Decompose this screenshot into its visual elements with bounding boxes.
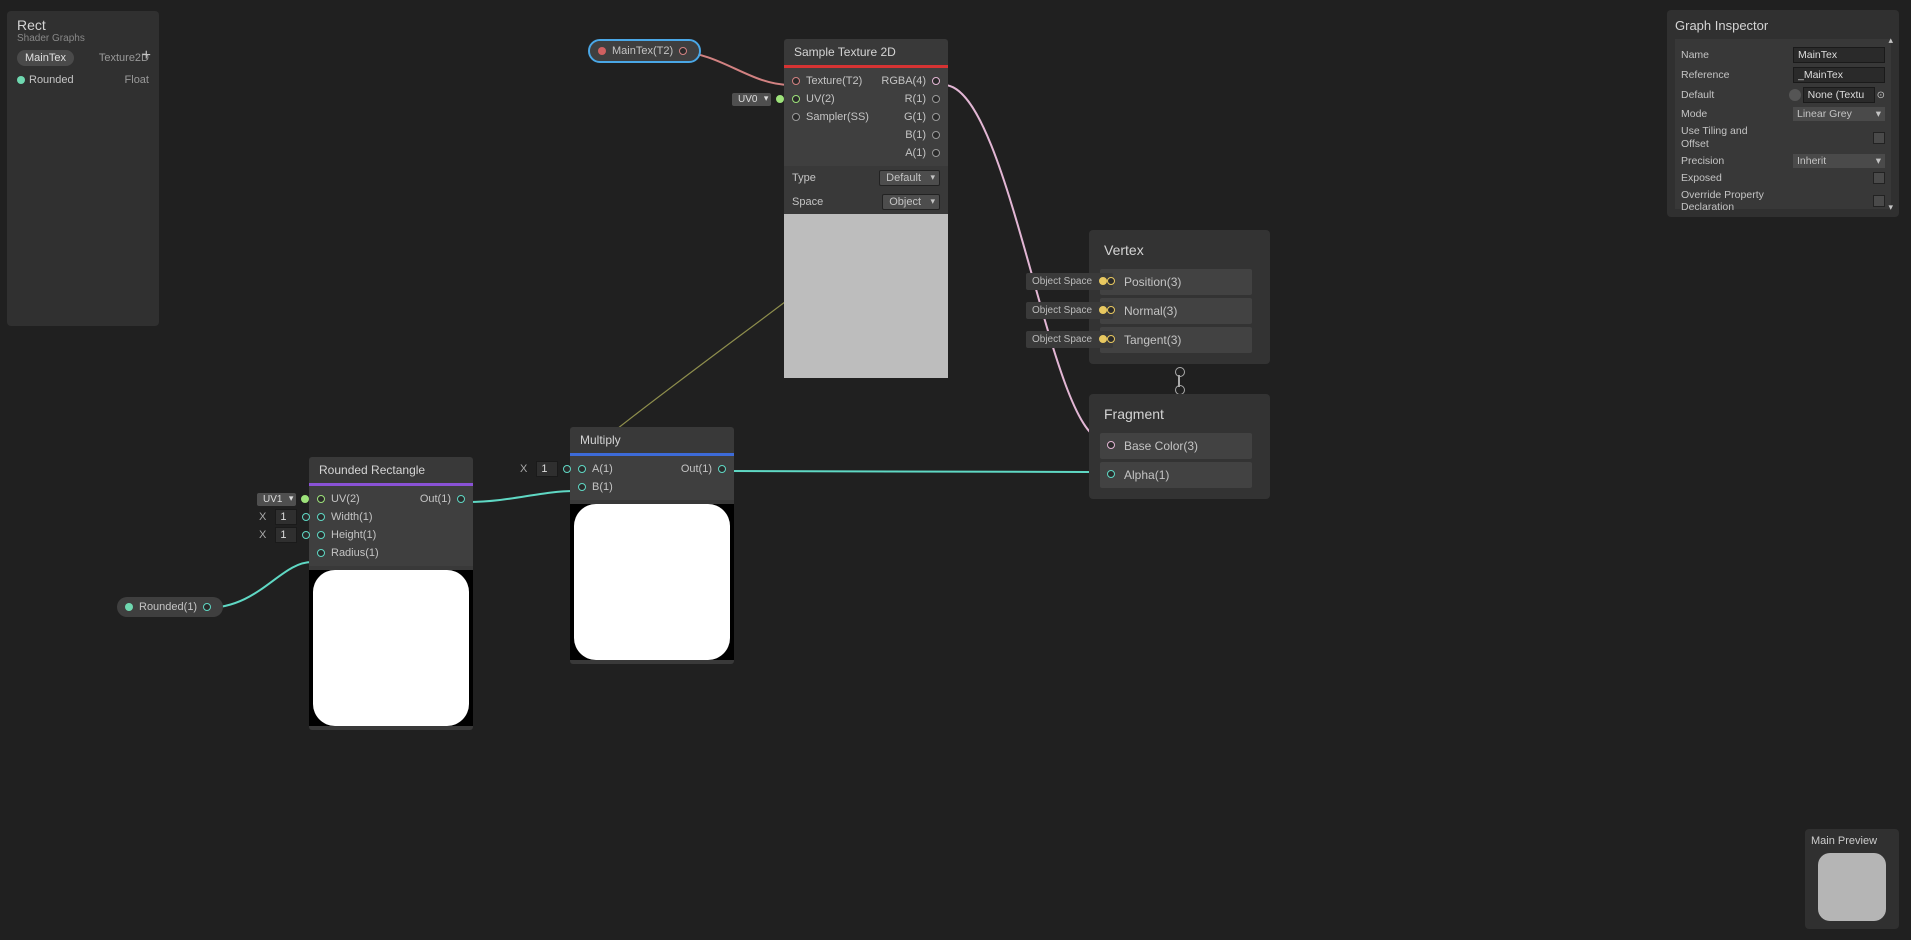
node-title: Multiply (570, 427, 734, 453)
port-uv[interactable]: UV1 UV(2) (309, 490, 397, 508)
default-field[interactable]: None (Textu (1803, 87, 1875, 103)
stack-link-icon (1174, 367, 1184, 395)
texture-icon (598, 47, 606, 55)
uv-dropdown[interactable]: UV1 (257, 493, 296, 506)
slot-alpha[interactable]: Alpha(1) (1100, 462, 1252, 488)
slot-tangent[interactable]: Object Space Tangent(3) (1100, 327, 1252, 353)
node-preview (313, 570, 469, 726)
port-radius[interactable]: Radius(1) (309, 544, 397, 562)
port-b[interactable]: B(1) (570, 478, 650, 496)
exposed-checkbox[interactable] (1873, 172, 1885, 184)
port-g[interactable]: G(1) (874, 108, 948, 126)
port-a[interactable]: X A(1) (570, 460, 650, 478)
scroll-up-icon[interactable]: ▴ (1888, 35, 1893, 46)
fragment-title: Fragment (1094, 402, 1265, 430)
port-rgba[interactable]: RGBA(4) (874, 72, 948, 90)
blackboard-row-maintex[interactable]: MainTex Texture2D (7, 46, 159, 70)
blackboard-subtitle: Shader Graphs (17, 33, 149, 44)
property-label: Rounded(1) (139, 601, 197, 613)
output-port[interactable] (679, 47, 687, 55)
port-height[interactable]: X Height(1) (309, 526, 397, 544)
scroll-down-icon[interactable]: ▾ (1888, 202, 1893, 213)
space-dropdown[interactable]: Object (882, 194, 940, 210)
object-picker-icon[interactable] (1789, 89, 1801, 101)
tiling-checkbox[interactable] (1873, 132, 1885, 144)
type-dropdown[interactable]: Default (879, 170, 940, 186)
master-fragment: Fragment Base Color(3) Alpha(1) (1089, 394, 1270, 499)
port-sampler[interactable]: Sampler(SS) (784, 108, 874, 126)
main-preview-panel: Main Preview (1805, 829, 1899, 929)
node-preview (784, 214, 948, 378)
port-a[interactable]: A(1) (874, 144, 948, 162)
node-title: Sample Texture 2D (784, 39, 948, 65)
graph-inspector-panel: Graph Inspector ▴ ▾ Name Reference Defau… (1667, 10, 1899, 217)
type-label: Type (792, 172, 816, 184)
height-input[interactable] (275, 527, 297, 543)
node-preview (574, 504, 730, 660)
slot-normal[interactable]: Object Space Normal(3) (1100, 298, 1252, 324)
port-texture[interactable]: Texture(T2) (784, 72, 874, 90)
property-node-rounded[interactable]: Rounded(1) (117, 597, 223, 617)
a-input[interactable] (536, 461, 558, 477)
port-r[interactable]: R(1) (874, 90, 948, 108)
target-icon[interactable]: ⊙ (1877, 90, 1885, 101)
node-multiply[interactable]: Multiply X A(1) B(1) Out(1) (570, 427, 734, 664)
vertex-title: Vertex (1094, 238, 1265, 266)
blackboard-row-rounded[interactable]: Rounded Float (7, 70, 159, 90)
inspector-title: Graph Inspector (1675, 16, 1891, 39)
blackboard-title: Rect (17, 17, 149, 33)
property-label: MainTex(T2) (612, 45, 673, 57)
master-vertex: Vertex Object Space Position(3) Object S… (1089, 230, 1270, 364)
float-icon (125, 603, 133, 611)
port-b[interactable]: B(1) (874, 126, 948, 144)
port-out[interactable]: Out(1) (397, 490, 473, 508)
space-label: Space (792, 196, 823, 208)
port-out[interactable]: Out(1) (650, 460, 734, 478)
override-checkbox[interactable] (1873, 195, 1885, 207)
mode-dropdown[interactable]: Linear Grey (1793, 107, 1885, 121)
precision-dropdown[interactable]: Inherit (1793, 154, 1885, 168)
output-port[interactable] (203, 603, 211, 611)
main-preview-title: Main Preview (1811, 833, 1893, 853)
node-rounded-rectangle[interactable]: Rounded Rectangle UV1 UV(2) X Width(1) (309, 457, 473, 730)
reference-input[interactable] (1793, 67, 1885, 83)
slot-position[interactable]: Object Space Position(3) (1100, 269, 1252, 295)
blackboard-panel: Rect Shader Graphs + MainTex Texture2D R… (7, 11, 159, 326)
add-property-button[interactable]: + (142, 47, 151, 65)
port-uv[interactable]: UV0 UV(2) (784, 90, 874, 108)
main-preview-render (1818, 853, 1886, 921)
width-input[interactable] (275, 509, 297, 525)
port-width[interactable]: X Width(1) (309, 508, 397, 526)
name-input[interactable] (1793, 47, 1885, 63)
property-node-maintex[interactable]: MainTex(T2) (590, 41, 699, 61)
uv-dropdown[interactable]: UV0 (732, 93, 771, 106)
graph-edges (0, 0, 1911, 940)
node-sample-texture-2d[interactable]: Sample Texture 2D Texture(T2) UV0 UV(2) … (784, 39, 948, 378)
slot-basecolor[interactable]: Base Color(3) (1100, 433, 1252, 459)
node-title: Rounded Rectangle (309, 457, 473, 483)
